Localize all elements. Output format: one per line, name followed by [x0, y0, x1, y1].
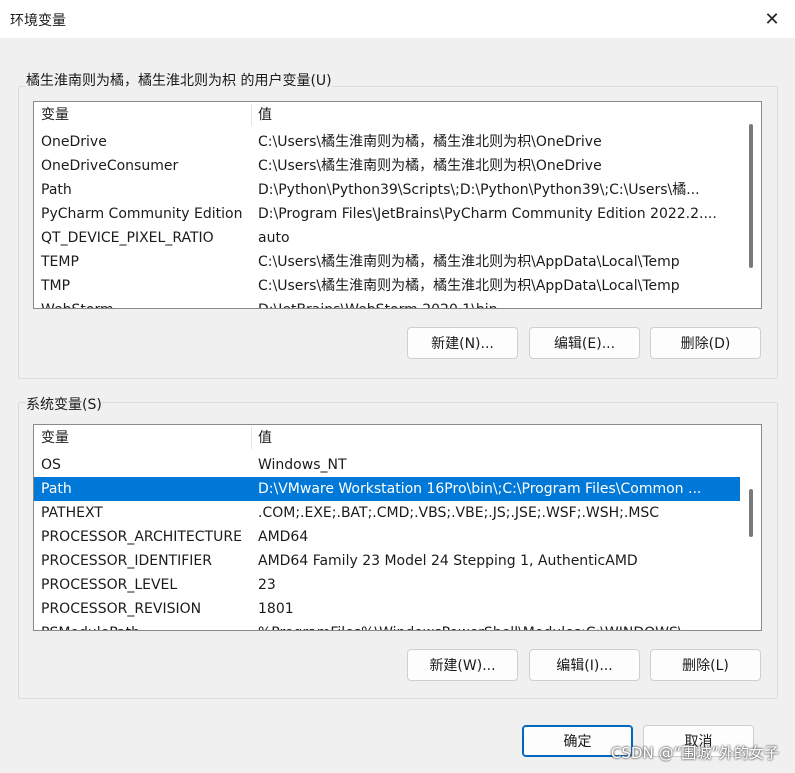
title-bar: 环境变量 ✕ [0, 0, 795, 38]
variable-value-cell: D:\Program Files\JetBrains\PyCharm Commu… [258, 206, 717, 222]
user-edit-button[interactable]: 编辑(E)... [529, 327, 640, 359]
table-row[interactable]: WebStorm D:\JetBrains\WebStorm 2020.1\bin [34, 298, 740, 308]
variable-name-cell: OS [41, 457, 61, 473]
variable-value-cell: C:\Users\橘生淮南则为橘，橘生淮北则为枳\AppData\Local\T… [258, 254, 680, 270]
variable-name-cell: PROCESSOR_ARCHITECTURE [41, 529, 242, 545]
table-row[interactable]: OneDriveConsumer C:\Users\橘生淮南则为橘，橘生淮北则为枳… [34, 154, 740, 178]
variable-value-cell: %ProgramFiles%\WindowsPowerShell\Modules… [258, 621, 736, 630]
variable-name-cell: PyCharm Community Edition [41, 206, 243, 222]
watermark-text: CSDN @“围城”外的女子 [610, 744, 779, 762]
variable-name-cell: PROCESSOR_LEVEL [41, 577, 178, 593]
variable-value-cell: D:\VMware Workstation 16Pro\bin\;C:\Prog… [258, 481, 702, 497]
column-header-value[interactable]: 值 [251, 425, 272, 451]
variable-value-cell: D:\JetBrains\WebStorm 2020.1\bin [258, 298, 736, 308]
variable-name-cell: PROCESSOR_IDENTIFIER [41, 553, 212, 569]
user-new-button[interactable]: 新建(N)... [407, 327, 518, 359]
close-icon: ✕ [764, 8, 780, 30]
system-variables-list[interactable]: 变量 值 OS Windows_NT Path D:\VMware Workstati… [33, 424, 762, 631]
variable-name-cell: QT_DEVICE_PIXEL_RATIO [41, 230, 214, 246]
variable-name-cell: PSModulePath [41, 621, 251, 630]
table-row[interactable]: PyCharm Community Edition D:\Program File… [34, 202, 740, 226]
table-row[interactable]: PATHEXT .COM;.EXE;.BAT;.CMD;.VBS;.VBE;.JS… [34, 501, 740, 525]
variable-name-cell: WebStorm [41, 298, 251, 308]
close-button[interactable]: ✕ [749, 0, 795, 38]
variable-name-cell: TEMP [41, 254, 79, 270]
variable-value-cell: C:\Users\橘生淮南则为橘，橘生淮北则为枳\OneDrive [258, 158, 602, 174]
variable-name-cell: PATHEXT [41, 505, 103, 521]
table-row[interactable]: QT_DEVICE_PIXEL_RATIO auto [34, 226, 740, 250]
system-edit-button[interactable]: 编辑(I)... [529, 649, 640, 681]
user-list-scrollbar[interactable] [741, 102, 761, 308]
variable-name-cell: OneDrive [41, 134, 107, 150]
variable-name-cell: PROCESSOR_REVISION [41, 601, 202, 617]
variable-name-cell: Path [41, 481, 72, 497]
table-row[interactable]: OS Windows_NT [34, 453, 740, 477]
variable-name-cell: Path [41, 182, 72, 198]
variable-value-cell: AMD64 Family 23 Model 24 Stepping 1, Aut… [258, 553, 638, 569]
variable-value-cell: .COM;.EXE;.BAT;.CMD;.VBS;.VBE;.JS;.JSE;.… [258, 505, 660, 521]
column-header-variable[interactable]: 变量 [34, 425, 69, 451]
variable-value-cell: C:\Users\橘生淮南则为橘，橘生淮北则为枳\AppData\Local\T… [258, 278, 680, 294]
system-list-header: 变量 值 [34, 425, 746, 451]
system-list-scrollbar[interactable] [741, 425, 761, 630]
user-list-header: 变量 值 [34, 102, 746, 128]
table-row[interactable]: TMP C:\Users\橘生淮南则为橘，橘生淮北则为枳\AppData\Loca… [34, 274, 740, 298]
system-variables-label: 系统变量(S) [26, 394, 102, 414]
table-row[interactable]: PROCESSOR_LEVEL 23 [34, 573, 740, 597]
table-row[interactable]: Path D:\Python\Python39\Scripts\;D:\Pytho… [34, 178, 740, 202]
column-header-variable[interactable]: 变量 [34, 102, 69, 128]
user-list-scroll-thumb[interactable] [749, 124, 753, 268]
variable-name-cell: OneDriveConsumer [41, 158, 179, 174]
table-row[interactable]: PROCESSOR_IDENTIFIER AMD64 Family 23 Mode… [34, 549, 740, 573]
window-title: 环境变量 [10, 13, 66, 29]
table-row[interactable]: Path D:\VMware Workstation 16Pro\bin\;C:\… [34, 477, 740, 501]
variable-value-cell: auto [258, 230, 290, 246]
variable-value-cell: 1801 [258, 601, 294, 617]
column-header-value[interactable]: 值 [251, 102, 272, 128]
system-delete-button[interactable]: 删除(L) [650, 649, 761, 681]
variable-value-cell: Windows_NT [258, 457, 347, 473]
variable-value-cell: C:\Users\橘生淮南则为橘，橘生淮北则为枳\OneDrive [258, 134, 602, 150]
system-list-scroll-thumb[interactable] [749, 489, 753, 537]
table-row[interactable]: PROCESSOR_REVISION 1801 [34, 597, 740, 621]
system-new-button[interactable]: 新建(W)... [407, 649, 518, 681]
user-variables-label: 橘生淮南则为橘，橘生淮北则为枳 的用户变量(U) [26, 70, 332, 90]
table-row[interactable]: TEMP C:\Users\橘生淮南则为橘，橘生淮北则为枳\AppData\Loc… [34, 250, 740, 274]
variable-value-cell: 23 [258, 577, 276, 593]
table-row[interactable]: OneDrive C:\Users\橘生淮南则为橘，橘生淮北则为枳\OneDriv… [34, 130, 740, 154]
user-delete-button[interactable]: 删除(D) [650, 327, 761, 359]
table-row[interactable]: PSModulePath %ProgramFiles%\WindowsPowerS… [34, 621, 740, 630]
variable-value-cell: D:\Python\Python39\Scripts\;D:\Python\Py… [258, 182, 700, 198]
table-row[interactable]: PROCESSOR_ARCHITECTURE AMD64 [34, 525, 740, 549]
variable-name-cell: TMP [41, 278, 71, 294]
user-variables-list[interactable]: 变量 值 OneDrive C:\Users\橘生淮南则为橘，橘生淮北则为枳\On… [33, 101, 762, 309]
variable-value-cell: AMD64 [258, 529, 309, 545]
